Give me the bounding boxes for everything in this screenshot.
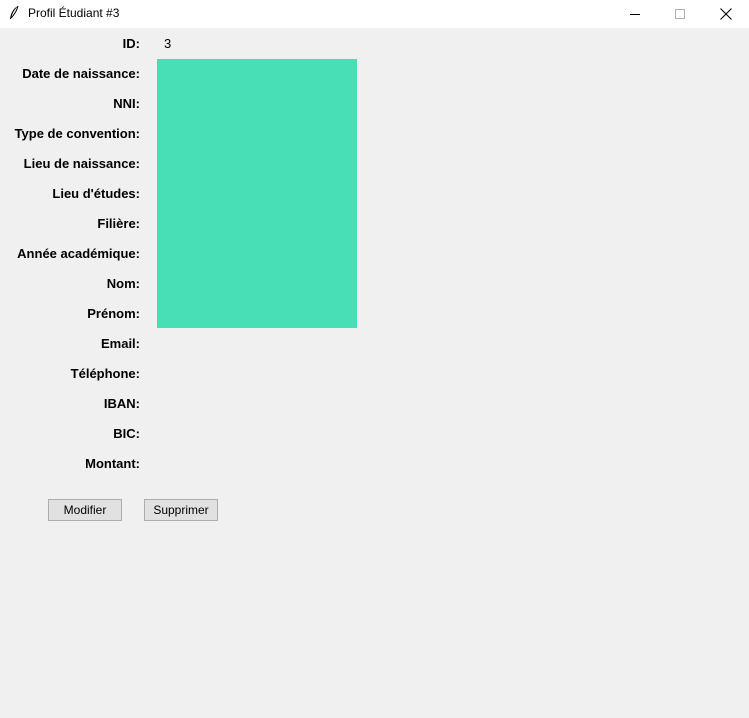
minimize-button[interactable] xyxy=(612,0,658,28)
minimize-icon xyxy=(630,14,640,15)
label-type-convention: Type de convention: xyxy=(14,126,140,141)
label-lieu-naissance: Lieu de naissance: xyxy=(23,156,140,171)
label-telephone: Téléphone: xyxy=(70,366,140,381)
maximize-button[interactable] xyxy=(657,0,703,28)
profile-window: Profil Étudiant #3 ID: 3 Date de naissan… xyxy=(0,0,749,718)
title-bar: Profil Étudiant #3 xyxy=(0,0,749,28)
label-lieu-etudes: Lieu d'études: xyxy=(52,186,140,201)
label-nom: Nom: xyxy=(106,276,140,291)
label-bic: BIC: xyxy=(113,426,140,441)
label-date-naissance: Date de naissance: xyxy=(22,66,140,81)
label-email: Email: xyxy=(100,336,140,351)
feather-icon xyxy=(10,5,19,19)
window-title: Profil Étudiant #3 xyxy=(28,6,120,20)
close-button[interactable] xyxy=(703,0,749,28)
label-montant: Montant: xyxy=(85,456,140,471)
value-id: 3 xyxy=(164,36,172,51)
label-id: ID: xyxy=(122,36,140,51)
modify-button[interactable]: Modifier xyxy=(48,499,122,521)
label-filiere: Filière: xyxy=(97,216,140,231)
student-photo xyxy=(157,59,357,328)
close-icon xyxy=(720,8,732,20)
delete-button[interactable]: Supprimer xyxy=(144,499,218,521)
label-prenom: Prénom: xyxy=(87,306,140,321)
label-nni: NNI: xyxy=(113,96,140,111)
label-iban: IBAN: xyxy=(103,396,140,411)
label-annee-academique: Année académique: xyxy=(17,246,140,261)
maximize-icon xyxy=(675,9,685,19)
